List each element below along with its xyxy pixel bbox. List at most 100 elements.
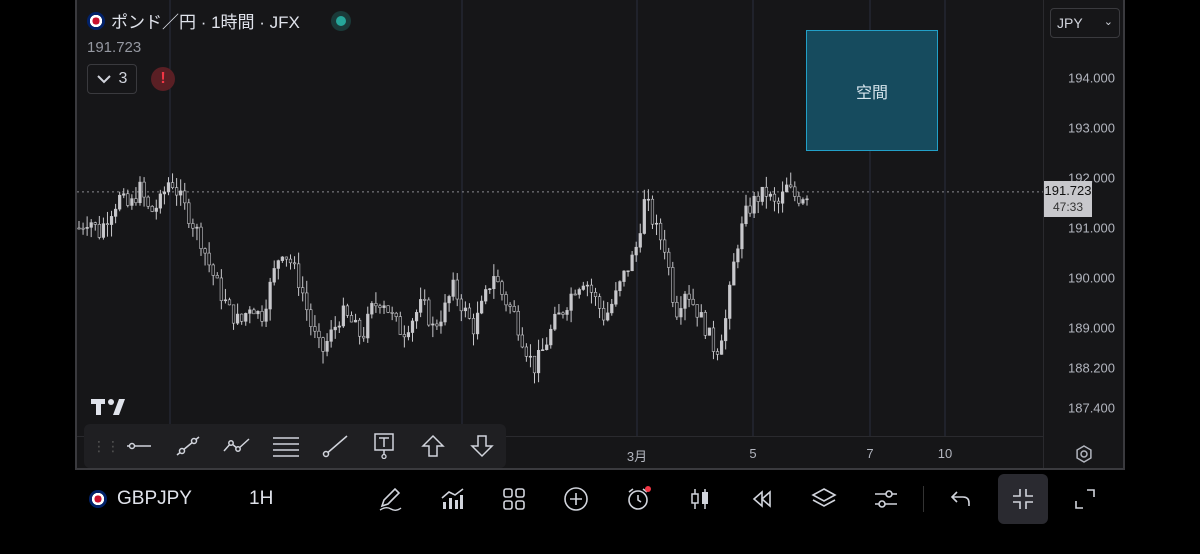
- candle-body: [549, 328, 553, 346]
- candle-body: [577, 289, 581, 295]
- chart-type-button[interactable]: [669, 474, 731, 524]
- tradingview-logo-icon[interactable]: [91, 396, 131, 424]
- horizontal-line-tool[interactable]: [114, 424, 163, 468]
- candle-body: [622, 270, 626, 282]
- price-tick: 190.000: [1068, 270, 1115, 286]
- candle-body: [699, 312, 703, 318]
- candle-body: [158, 193, 162, 209]
- candle-body: [130, 198, 134, 206]
- candle-body: [658, 222, 663, 241]
- ray-tool[interactable]: [310, 424, 359, 468]
- candle-body: [374, 303, 378, 307]
- arrow-up-icon: [420, 434, 445, 457]
- candle-body: [801, 199, 805, 204]
- legend: ポンド／円 · 1時間 · JFX 191.723 3 !: [87, 8, 346, 94]
- candle-body: [292, 262, 297, 265]
- chart-frame[interactable]: 空間 ポンド／円 · 1時間 · JFX 191.723 3 ! JPY ⌄ 1…: [75, 0, 1125, 470]
- candle-body: [309, 309, 313, 327]
- symbol-selector[interactable]: GBPJPY: [89, 488, 249, 510]
- candle-body: [740, 223, 744, 250]
- time-tick: 10: [937, 446, 953, 461]
- candle-body: [732, 261, 736, 286]
- trend-line-tool[interactable]: [163, 424, 212, 468]
- time-tick: 3月: [626, 449, 648, 464]
- candle-body: [410, 320, 415, 333]
- candle-body: [618, 281, 622, 292]
- candle-body: [695, 304, 699, 318]
- indicators-collapse-button[interactable]: 3: [87, 64, 137, 94]
- price-tick: 194.000: [1068, 70, 1115, 86]
- time-tick: 7: [866, 446, 874, 461]
- replay-button[interactable]: [731, 474, 793, 524]
- candle-body: [337, 325, 341, 328]
- layout-icon: [503, 488, 525, 510]
- candle-body: [101, 223, 106, 238]
- candle-body: [370, 303, 374, 315]
- candle-body: [679, 308, 683, 318]
- plus-circle-icon: [564, 487, 588, 511]
- candle-body: [780, 191, 785, 204]
- ray-icon: [322, 435, 347, 458]
- symbol-title[interactable]: ポンド／円 · 1時間 · JFX: [111, 8, 300, 33]
- path-tool[interactable]: [212, 424, 261, 468]
- candle-body: [610, 303, 614, 314]
- candle-body: [406, 332, 411, 338]
- arrow-down-tool[interactable]: [457, 424, 506, 468]
- price-tick: 191.000: [1068, 220, 1115, 236]
- candle-body: [301, 287, 305, 294]
- candle-body: [455, 279, 459, 300]
- fib-retracement-tool[interactable]: [261, 424, 310, 468]
- candle-body: [675, 302, 679, 318]
- candle-body: [496, 276, 500, 283]
- candle-body: [353, 319, 358, 323]
- fullscreen-button[interactable]: [1054, 474, 1116, 524]
- scale-settings-button[interactable]: [1072, 444, 1096, 464]
- candle-body: [646, 198, 650, 201]
- exit-fullscreen-button[interactable]: [998, 474, 1048, 524]
- layers-button[interactable]: [793, 474, 855, 524]
- price-tick: 188.200: [1068, 360, 1115, 376]
- text-icon: [373, 433, 394, 459]
- symbol-row[interactable]: ポンド／円 · 1時間 · JFX: [87, 8, 346, 33]
- candle-body: [227, 299, 232, 306]
- candle-body: [240, 313, 244, 322]
- candle-body: [683, 293, 687, 309]
- candle-body: [650, 198, 655, 225]
- candles: [77, 172, 809, 384]
- annotation-box[interactable]: 空間: [806, 30, 938, 151]
- candle-body: [508, 304, 512, 307]
- drag-handle-icon[interactable]: ⋮⋮: [92, 438, 120, 455]
- arrow-up-tool[interactable]: [408, 424, 457, 468]
- candle-body: [231, 304, 236, 324]
- candle-body: [329, 329, 333, 342]
- candle-body: [585, 284, 589, 287]
- price-scale[interactable]: JPY ⌄ 194.000 193.000 192.000 191.000 190.00…: [1043, 0, 1123, 468]
- drawing-button[interactable]: [359, 474, 421, 524]
- candle-body: [77, 227, 81, 230]
- annotation-box-label: 空間: [855, 84, 888, 102]
- horizontal-line-icon: [126, 442, 151, 450]
- candle-body: [207, 252, 211, 266]
- settings-button[interactable]: [855, 474, 917, 524]
- candle-body: [719, 340, 724, 355]
- currency-value: JPY: [1057, 15, 1083, 31]
- indicators-button[interactable]: [421, 474, 483, 524]
- interval-selector[interactable]: 1H: [249, 488, 359, 510]
- alerts-button[interactable]: [607, 474, 669, 524]
- candle-body: [175, 187, 179, 196]
- undo-button[interactable]: [930, 474, 992, 524]
- candles-icon: [691, 489, 708, 509]
- candle-body: [215, 275, 219, 279]
- bar-countdown: 47:33: [1052, 200, 1084, 214]
- fib-retracement-icon: [272, 437, 299, 457]
- indicator-row: 3 !: [87, 64, 346, 94]
- warning-icon[interactable]: !: [151, 67, 175, 91]
- settings-icon: [1076, 445, 1092, 463]
- price-readout: 191.723: [87, 39, 142, 56]
- layout-button[interactable]: [483, 474, 545, 524]
- candle-body: [382, 305, 386, 308]
- candle-body: [297, 263, 301, 288]
- text-tool[interactable]: [359, 424, 408, 468]
- add-button[interactable]: [545, 474, 607, 524]
- currency-select[interactable]: JPY ⌄: [1050, 8, 1120, 38]
